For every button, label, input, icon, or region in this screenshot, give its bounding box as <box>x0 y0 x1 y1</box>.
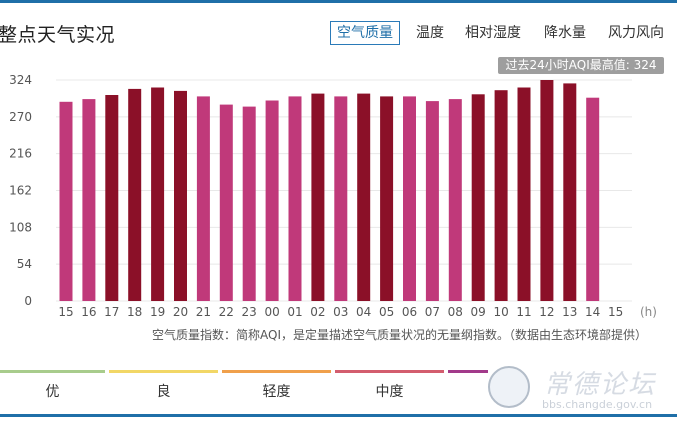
y-tick-label: 0 <box>24 294 32 308</box>
legend-item-light: 轻度 <box>222 370 331 410</box>
bar[interactable] <box>265 100 279 302</box>
watermark-logo <box>488 366 530 408</box>
x-tick-label: 19 <box>150 305 165 319</box>
x-tick-label: 16 <box>81 305 96 319</box>
tab-relative-humidity[interactable]: 相对湿度 <box>465 21 521 45</box>
legend-label-excellent: 优 <box>45 384 60 400</box>
x-tick-label: 02 <box>310 305 325 319</box>
tab-precipitation[interactable]: 降水量 <box>544 21 586 45</box>
x-tick-label: 10 <box>493 305 508 319</box>
bar[interactable] <box>196 96 210 302</box>
x-tick-label: 15 <box>58 305 73 319</box>
x-tick-label: 09 <box>471 305 486 319</box>
y-tick-label: 54 <box>17 257 32 271</box>
x-tick-label: 21 <box>196 305 211 319</box>
page-title: 整点天气实况 <box>0 24 116 46</box>
x-tick-label: 20 <box>173 305 188 319</box>
x-unit-label: (h) <box>640 305 657 319</box>
top-border <box>0 0 677 3</box>
legend-swatch-moderate <box>335 370 444 373</box>
x-tick-label: 15 <box>608 305 623 319</box>
legend-item-good: 良 <box>109 370 218 410</box>
legend-label-light: 轻度 <box>262 384 291 400</box>
x-tick-label: 23 <box>242 305 257 319</box>
bar[interactable] <box>425 101 439 301</box>
y-tick-label: 270 <box>9 110 32 124</box>
x-tick-label: 17 <box>104 305 119 319</box>
bar[interactable] <box>334 96 348 302</box>
bar[interactable] <box>105 95 119 301</box>
aqi-footnote: 空气质量指数：简称AQI，是定量描述空气质量状况的无量纲指数。（数据由生态环境部… <box>152 328 647 342</box>
bar[interactable] <box>540 80 554 301</box>
x-tick-label: 12 <box>539 305 554 319</box>
y-tick-label: 108 <box>9 220 32 234</box>
x-tick-label: 07 <box>425 305 440 319</box>
y-axis-ticks: 0 54 108 162 216 270 324 <box>9 73 32 308</box>
legend-item-moderate: 中度 <box>335 370 444 410</box>
bar[interactable] <box>563 83 577 302</box>
x-tick-label: 14 <box>585 305 600 319</box>
bar[interactable] <box>174 90 187 302</box>
legend-swatch-excellent <box>0 370 105 373</box>
bar[interactable] <box>448 99 462 301</box>
tab-temperature[interactable]: 温度 <box>416 21 444 45</box>
x-tick-label: 22 <box>219 305 234 319</box>
bar[interactable] <box>403 96 416 302</box>
x-tick-label: 04 <box>356 305 371 319</box>
tab-air-quality[interactable]: 空气质量 <box>330 21 400 45</box>
aqi-bar-chart: 0 54 108 162 216 270 324 15 16 17 18 19 20 21 22 23 00 0… <box>9 73 657 319</box>
bar[interactable] <box>242 106 256 301</box>
forum-watermark: 常德论坛 bbs.changde.gov.cn <box>488 362 668 414</box>
x-tick-label: 18 <box>127 305 142 319</box>
x-tick-label: 11 <box>516 305 531 319</box>
x-tick-label: 06 <box>402 305 417 319</box>
bar[interactable] <box>128 88 142 302</box>
bar[interactable] <box>219 104 233 301</box>
legend-item-heavy <box>448 370 488 410</box>
bar[interactable] <box>59 101 73 301</box>
legend-swatch-heavy <box>448 370 488 373</box>
bar[interactable] <box>288 96 302 302</box>
y-tick-label: 216 <box>9 147 32 161</box>
bar[interactable] <box>151 87 165 302</box>
x-tick-label: 08 <box>448 305 463 319</box>
x-tick-label: 03 <box>333 305 348 319</box>
legend-label-good: 良 <box>156 384 171 400</box>
y-tick-label: 324 <box>9 73 32 87</box>
y-tick-label: 162 <box>9 184 32 198</box>
bar[interactable] <box>357 93 371 301</box>
x-tick-label: 13 <box>562 305 577 319</box>
bar[interactable] <box>517 87 531 302</box>
bar[interactable] <box>82 99 96 301</box>
x-tick-label: 00 <box>264 305 279 319</box>
x-tick-label: 01 <box>287 305 302 319</box>
x-tick-label: 05 <box>379 305 394 319</box>
watermark-url: bbs.changde.gov.cn <box>542 398 653 411</box>
legend-swatch-good <box>109 370 218 373</box>
bar[interactable] <box>380 96 394 302</box>
x-axis-ticks: 15 16 17 18 19 20 21 22 23 00 01 02 03 04 05 06 07 08 09 10… <box>58 305 623 319</box>
legend-swatch-light <box>222 370 331 373</box>
bottom-border <box>0 414 677 417</box>
tab-wind[interactable]: 风力风向 <box>608 21 664 45</box>
watermark-text: 常德论坛 <box>544 370 657 400</box>
bar[interactable] <box>494 90 508 301</box>
legend-item-excellent: 优 <box>0 370 105 410</box>
legend-label-moderate: 中度 <box>375 384 404 400</box>
bar[interactable] <box>586 97 600 301</box>
bar[interactable] <box>311 93 325 301</box>
bar[interactable] <box>471 94 485 301</box>
